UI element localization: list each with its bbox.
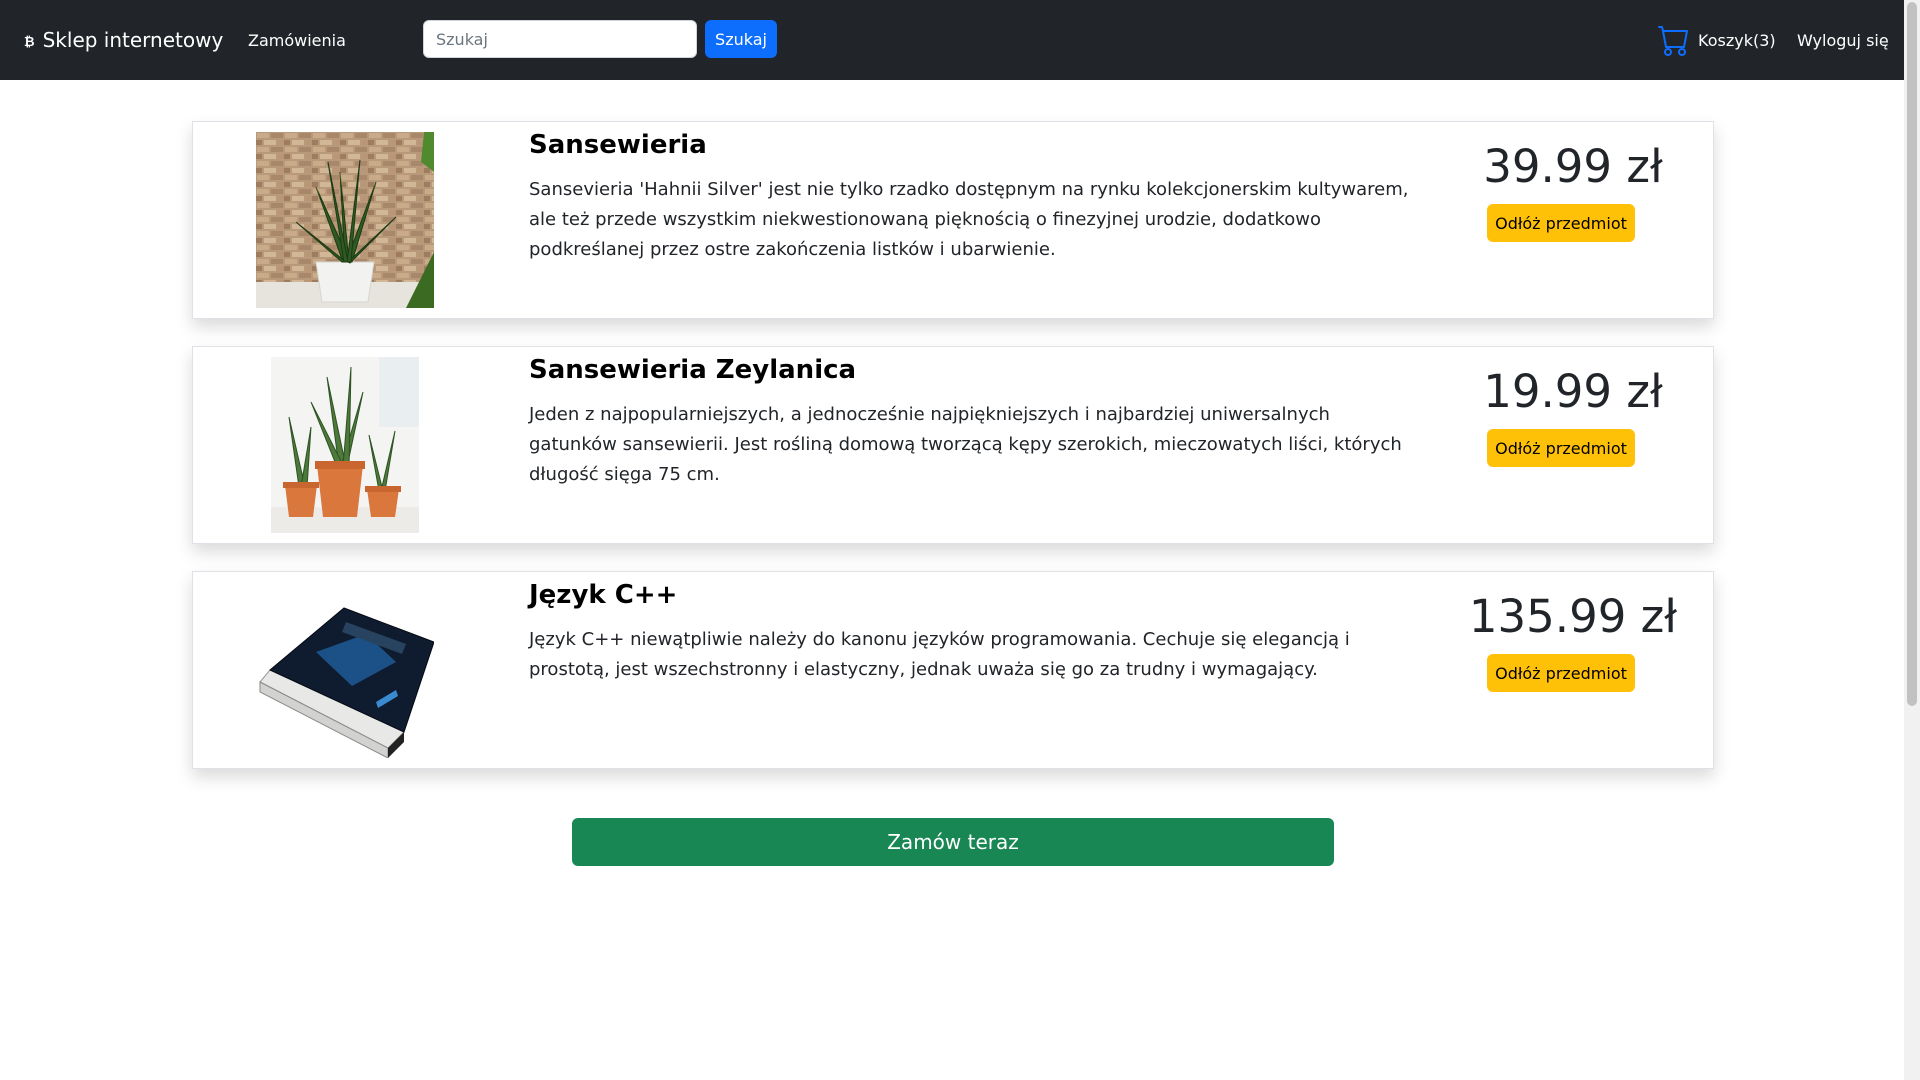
- item-price: 39.99 zł: [1483, 140, 1663, 193]
- logout-link[interactable]: Wyloguj się: [1797, 0, 1889, 80]
- brand-label: Sklep internetowy: [42, 28, 224, 52]
- item-description: Sansevieria 'Hahnii Silver' jest nie tyl…: [529, 179, 1409, 260]
- cart-icon: [1658, 26, 1688, 56]
- product-image-cpp-book: [256, 582, 434, 758]
- scrollbar-thumb[interactable]: [1907, 2, 1917, 706]
- order-now-button[interactable]: Zamów teraz: [572, 818, 1334, 866]
- item-description: Jeden z najpopularniejszych, a jednocześ…: [529, 404, 1402, 485]
- page-scrollbar[interactable]: [1904, 0, 1920, 1080]
- item-price: 19.99 zł: [1483, 365, 1663, 418]
- remove-item-button[interactable]: Odłóż przedmiot: [1487, 429, 1635, 467]
- item-title: Sansewieria: [529, 130, 707, 160]
- nav-orders-link[interactable]: Zamówienia: [248, 0, 346, 80]
- item-title: Sansewieria Zeylanica: [529, 355, 857, 385]
- search-input[interactable]: [423, 20, 697, 58]
- item-description: Język C++ niewątpliwie należy do kanonu …: [529, 629, 1350, 680]
- cart-label: Koszyk(3): [1698, 30, 1776, 50]
- remove-item-button[interactable]: Odłóż przedmiot: [1487, 204, 1635, 242]
- item-title: Język C++: [529, 580, 678, 610]
- cart-item: Sansewieria Zeylanica Jeden z najpopular…: [192, 346, 1714, 544]
- brand-link[interactable]: ₿ Sklep internetowy: [24, 0, 223, 80]
- navbar: ₿ Sklep internetowy Zamówienia Szukaj Ko…: [0, 0, 1904, 80]
- cart-item: Sansewieria Sansevieria 'Hahnii Silver' …: [192, 121, 1714, 319]
- search-button[interactable]: Szukaj: [705, 20, 777, 58]
- product-image-sansevieria-zeylanica: [271, 357, 419, 533]
- remove-item-button[interactable]: Odłóż przedmiot: [1487, 654, 1635, 692]
- product-image-sansevieria: [256, 132, 434, 308]
- cart-item: Język C++ Język C++ niewątpliwie należy …: [192, 571, 1714, 769]
- bitcoin-icon: ₿: [24, 34, 35, 50]
- item-price: 135.99 zł: [1468, 590, 1678, 643]
- cart-link[interactable]: Koszyk(3): [1658, 0, 1776, 80]
